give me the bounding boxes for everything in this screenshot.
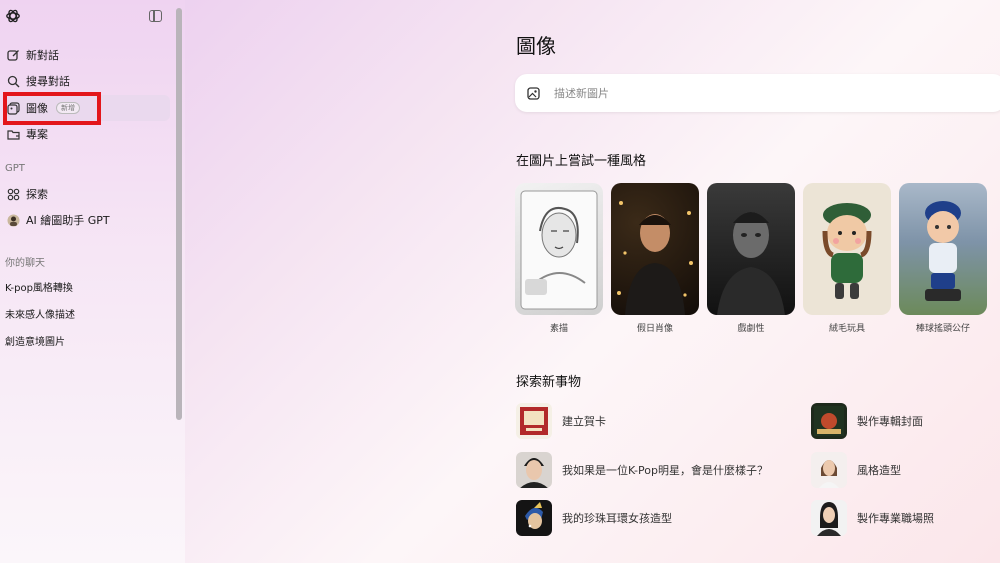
explore-thumbnail [811,500,847,536]
sidebar-item-label: 圖像 [26,102,48,115]
main-content: 圖像 在圖片上嘗試一種風格 素描 [185,0,1000,563]
explore-item-album-cover[interactable]: 製作專輯封面 [811,403,923,439]
style-thumbnail [707,183,795,315]
explore-label: 製作專輯封面 [857,415,923,428]
explore-thumbnail [811,452,847,488]
sidebar-item-label: 專案 [26,128,48,141]
chat-item[interactable]: 未來感人像描述 [5,306,75,321]
explore-label: 製作專業職場照 [857,512,934,525]
style-thumbnail [611,183,699,315]
sidebar-item-label: 探索 [26,188,48,201]
style-label: 戲劇性 [737,324,765,333]
sidebar-item-label: AI 繪圖助手 GPT [26,214,110,227]
explore-label: 我如果是一位K-Pop明星，會是什麼樣子？ [562,464,768,477]
sidebar-item-label: 搜尋對話 [26,75,70,88]
style-label: 假日肖像 [636,324,673,333]
explore-item-professional-headshot[interactable]: 製作專業職場照 [811,500,934,536]
explore-item-pearl-earring[interactable]: 我的珍珠耳環女孩造型 [516,500,672,536]
sidebar-item-new-chat[interactable]: 新對話 [3,42,170,68]
chat-item[interactable]: 創造意境圖片 [5,333,65,348]
new-badge: 新增 [56,102,80,114]
folder-icon [6,127,20,141]
explore-thumbnail [516,452,552,488]
sidebar: 新對話 搜尋對話 圖像 新增 專案 GPT 探索 AI 繪圖助手 GPT 你的聊… [0,0,185,563]
image-prompt-box[interactable] [515,74,1000,112]
explore-label: 風格造型 [857,464,901,477]
sidebar-item-search-chats[interactable]: 搜尋對話 [3,68,170,94]
style-carousel: 素描 假日肖像 戲劇性 絨毛玩具 棒球搖頭公仔 [515,183,1000,333]
sidebar-item-projects[interactable]: 專案 [3,121,170,147]
explore-heading: 探索新事物 [516,375,582,390]
style-card-holiday-portrait[interactable]: 假日肖像 [611,183,699,333]
sidebar-toggle-icon[interactable] [149,10,162,22]
style-label: 絨毛玩具 [828,324,865,333]
edit-icon [6,48,20,62]
sidebar-item-ai-drawing-gpt[interactable]: AI 繪圖助手 GPT [3,207,170,233]
style-card-sketch[interactable]: 素描 [515,183,603,333]
style-thumbnail [803,183,891,315]
image-prompt-input[interactable] [552,85,976,101]
explore-label: 建立賀卡 [562,415,606,428]
sidebar-item-label: 新對話 [26,49,59,62]
explore-thumbnail [516,500,552,536]
style-card-baseball-bobblehead[interactable]: 棒球搖頭公仔 [899,183,987,333]
style-thumbnail [515,183,603,315]
chat-item[interactable]: K-pop風格轉換 [5,279,73,294]
sidebar-item-explore[interactable]: 探索 [3,181,170,207]
explore-thumbnail [811,403,847,439]
search-icon [6,74,20,88]
image-upload-icon[interactable] [527,86,540,100]
gpt-avatar-icon [6,213,20,227]
sidebar-item-images[interactable]: 圖像 新增 [3,95,170,121]
style-label: 棒球搖頭公仔 [915,324,970,333]
page-title: 圖像 [516,34,556,58]
explore-item-kpop-star[interactable]: 我如果是一位K-Pop明星，會是什麼樣子？ [516,452,768,488]
style-thumbnail [899,183,987,315]
styles-heading: 在圖片上嘗試一種風格 [516,154,647,169]
sidebar-header [0,0,176,34]
explore-label: 我的珍珠耳環女孩造型 [562,512,672,525]
images-icon [6,101,20,115]
grid-icon [6,187,20,201]
explore-thumbnail [516,403,552,439]
gpt-section-heading: GPT [5,163,25,174]
explore-item-greeting-card[interactable]: 建立賀卡 [516,403,606,439]
openai-logo-icon[interactable] [5,8,21,24]
sidebar-scrollbar[interactable] [176,8,182,420]
chats-section-heading: 你的聊天 [5,258,45,269]
style-label: 素描 [549,324,568,333]
explore-item-style-look[interactable]: 風格造型 [811,452,901,488]
style-card-plush-toy[interactable]: 絨毛玩具 [803,183,891,333]
style-card-dramatic[interactable]: 戲劇性 [707,183,795,333]
